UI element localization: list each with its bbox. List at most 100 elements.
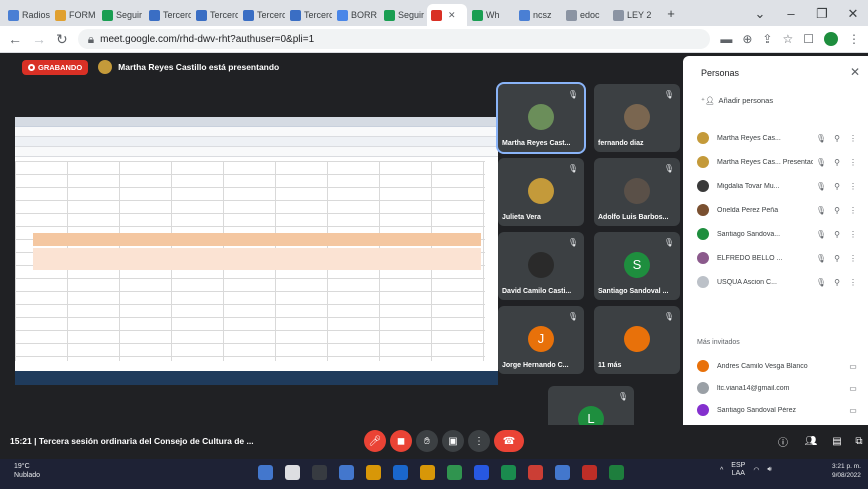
camera-icon[interactable]: ▬ <box>720 32 732 46</box>
kebab-menu-icon[interactable]: ⋮ <box>848 32 860 46</box>
pin-icon[interactable]: ⚲ <box>829 278 845 287</box>
taskbar-app-icon[interactable] <box>528 465 543 480</box>
info-icon[interactable]: ⓘ <box>772 430 794 452</box>
bookmark-star-icon[interactable]: ☆ <box>782 32 793 46</box>
taskbar-app-icon[interactable] <box>447 465 462 480</box>
profile-avatar[interactable] <box>824 32 838 46</box>
participant-row[interactable]: Martha Reyes Cas... 🎙︎ ⚲ ⋮ <box>697 128 861 148</box>
taskbar-app-icon[interactable] <box>393 465 408 480</box>
share-icon[interactable]: ⇪ <box>762 32 772 46</box>
participant-row[interactable]: Martha Reyes Cas... Presentación 🎙︎ ⚲ ⋮ <box>697 152 861 172</box>
wifi-icon[interactable]: ◠ <box>753 466 759 474</box>
more-icon[interactable]: ⋮ <box>845 158 861 167</box>
activities-icon[interactable]: ⧉ <box>848 430 868 452</box>
participant-tile[interactable]: S 🎙︎ Santiago Sandoval ... <box>594 232 680 300</box>
zoom-icon[interactable]: ⊕ <box>742 32 752 46</box>
pin-icon[interactable]: ⚲ <box>829 158 845 167</box>
tab-close-icon[interactable]: ✕ <box>448 10 456 21</box>
participant-row[interactable]: USQUA Ascion C... 🎙︎ ⚲ ⋮ <box>697 272 861 292</box>
back-button[interactable]: ← <box>8 31 22 47</box>
browser-tab[interactable]: FORM <box>51 4 97 26</box>
browser-tab[interactable]: Wh <box>468 4 514 26</box>
browser-tab[interactable]: ncsz <box>515 4 561 26</box>
more-icon[interactable]: ⋮ <box>845 134 861 143</box>
more-options-button[interactable]: ⋮ <box>468 430 490 452</box>
participant-tile[interactable]: 🎙︎ Adolfo Luis Barbos... <box>594 158 680 226</box>
browser-tab[interactable]: edoc <box>562 4 608 26</box>
maximize-button[interactable]: ❐ <box>807 2 837 26</box>
pin-icon[interactable]: ⚲ <box>829 134 845 143</box>
more-icon[interactable]: ⋮ <box>845 278 861 287</box>
language-indicator[interactable]: ESP LAA <box>731 462 745 478</box>
more-icon[interactable]: ⋮ <box>845 206 861 215</box>
tray-chevron-icon[interactable]: ^ <box>720 467 723 474</box>
volume-icon[interactable]: 🔊︎ <box>767 466 771 474</box>
taskbar-app-icon[interactable] <box>555 465 570 480</box>
taskbar-app-icon[interactable] <box>501 465 516 480</box>
participant-row[interactable]: Onelda Perez Peña 🎙︎ ⚲ ⋮ <box>697 200 861 220</box>
browser-tab[interactable]: ✕ <box>427 4 467 26</box>
lock-icon[interactable]: 🔒︎ <box>88 32 94 47</box>
more-icon[interactable]: ⋮ <box>845 182 861 191</box>
present-button[interactable]: ▣ <box>442 430 464 452</box>
taskbar-app-icon[interactable] <box>312 465 327 480</box>
invited-row[interactable]: Andres Camilo Vesga Blanco ▭ <box>697 356 861 376</box>
new-tab-button[interactable]: + <box>656 2 686 26</box>
browser-tab[interactable]: Tercero <box>239 4 285 26</box>
pin-icon[interactable]: ⚲ <box>829 206 845 215</box>
mic-off-button[interactable]: 🎤︎ <box>364 430 386 452</box>
browser-tab[interactable]: Tercero <box>286 4 332 26</box>
chat-icon[interactable]: ▤ <box>826 430 848 452</box>
more-icon[interactable]: ⋮ <box>845 254 861 263</box>
add-people-button[interactable]: ⁺👤︎ Añadir personas <box>701 96 773 105</box>
browser-tab[interactable]: Radios <box>4 4 50 26</box>
reload-button[interactable]: ↻ <box>56 31 68 48</box>
participant-tile[interactable]: 🎙︎ 11 más <box>594 306 680 374</box>
browser-tab[interactable]: BORR <box>333 4 379 26</box>
start-menu-icon[interactable] <box>258 465 273 480</box>
close-window-button[interactable]: ✕ <box>838 2 868 26</box>
taskbar-app-icon[interactable] <box>420 465 435 480</box>
invited-row[interactable]: Santiago Sandoval Pérez ▭ <box>697 400 861 420</box>
message-icon[interactable]: ▭ <box>845 384 861 393</box>
browser-tab[interactable]: Tercero <box>145 4 191 26</box>
browser-tab[interactable]: LEY 2 <box>609 4 655 26</box>
invited-row[interactable]: ltc.viana14@gmail.com ▭ <box>697 378 861 398</box>
browser-tab[interactable]: Seguir <box>380 4 426 26</box>
participant-row[interactable]: Migdalia Tovar Mu... 🎙︎ ⚲ ⋮ <box>697 176 861 196</box>
forward-button[interactable]: → <box>32 31 46 47</box>
taskbar-app-icon[interactable] <box>609 465 624 480</box>
message-icon[interactable]: ▭ <box>845 362 861 371</box>
more-icon[interactable]: ⋮ <box>845 230 861 239</box>
taskbar-app-icon[interactable] <box>285 465 300 480</box>
participant-tile[interactable]: 🎙︎ Martha Reyes Cast... <box>496 82 586 154</box>
message-icon[interactable]: ▭ <box>845 406 861 415</box>
participant-tile[interactable]: 🎙︎ Julieta Vera <box>498 158 584 226</box>
participant-tile[interactable]: 🎙︎ fernando diaz <box>594 84 680 152</box>
browser-tab[interactable]: Tercero <box>192 4 238 26</box>
tab-grid-icon[interactable]: ☐ <box>803 32 814 46</box>
mic-off-icon: 🎙︎ <box>815 229 827 239</box>
taskbar-clock[interactable]: 3:21 p. m. 9/08/2022 <box>832 462 861 480</box>
minimize-button[interactable]: – <box>776 2 806 26</box>
people-icon[interactable]: 👥︎ <box>800 430 822 452</box>
url-bar[interactable]: 🔒︎ meet.google.com/rhd-dwv-rht?authuser=… <box>77 29 711 49</box>
taskbar-app-icon[interactable] <box>366 465 381 480</box>
pin-icon[interactable]: ⚲ <box>829 182 845 191</box>
pin-icon[interactable]: ⚲ <box>829 230 845 239</box>
hang-up-button[interactable]: ☎︎ <box>494 430 524 452</box>
taskbar-app-icon[interactable] <box>339 465 354 480</box>
taskbar-app-icon[interactable] <box>582 465 597 480</box>
participant-row[interactable]: Santiago Sandova... 🎙︎ ⚲ ⋮ <box>697 224 861 244</box>
close-icon[interactable]: ✕ <box>850 65 860 79</box>
taskbar-app-icon[interactable] <box>474 465 489 480</box>
tab-search-icon[interactable]: ⌄ <box>745 2 775 26</box>
pin-icon[interactable]: ⚲ <box>829 254 845 263</box>
camera-off-button[interactable]: ◼ <box>390 430 412 452</box>
participant-tile[interactable]: J 🎙︎ Jorge Hernando C... <box>498 306 584 374</box>
participant-row[interactable]: ELFREDO BELLO ... 🎙︎ ⚲ ⋮ <box>697 248 861 268</box>
browser-tab[interactable]: Seguir <box>98 4 144 26</box>
raise-hand-button[interactable]: ✋︎ <box>416 430 438 452</box>
participant-tile[interactable]: 🎙︎ David Camilo Casti... <box>498 232 584 300</box>
weather-widget[interactable]: 19°C Nublado <box>14 462 40 480</box>
